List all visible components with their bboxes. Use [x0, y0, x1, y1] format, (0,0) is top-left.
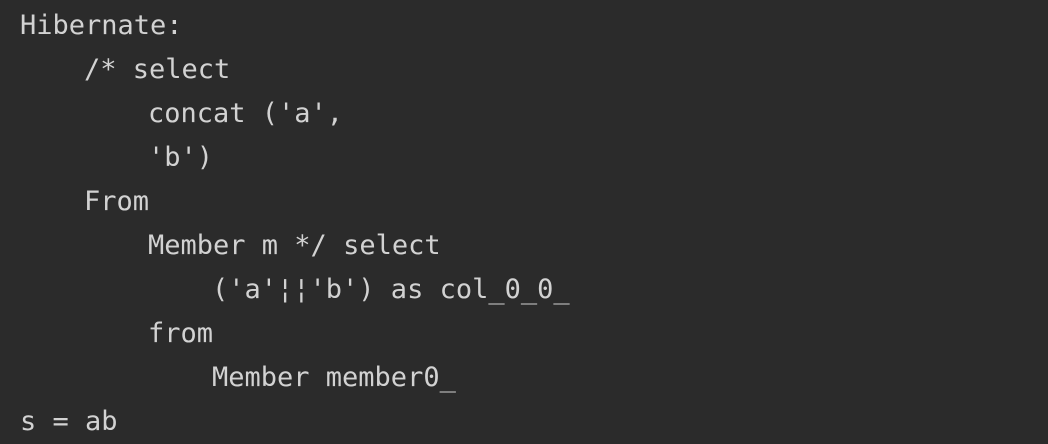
- console-line: From: [84, 186, 150, 217]
- console-line: Hibernate:: [20, 10, 183, 41]
- console-line: s = ab: [20, 406, 118, 437]
- console-line: from: [148, 318, 214, 349]
- console-line: Member m */ select: [148, 230, 441, 261]
- console-line: Member member0_: [212, 362, 456, 393]
- console-line: ('a'¦¦'b') as col_0_0_: [212, 274, 570, 305]
- console-output[interactable]: Hibernate: /* select concat ('a', 'b') F…: [0, 0, 1048, 440]
- console-line: 'b'): [148, 142, 214, 173]
- console-line: concat ('a',: [148, 98, 344, 129]
- console-line: /* select: [84, 54, 231, 85]
